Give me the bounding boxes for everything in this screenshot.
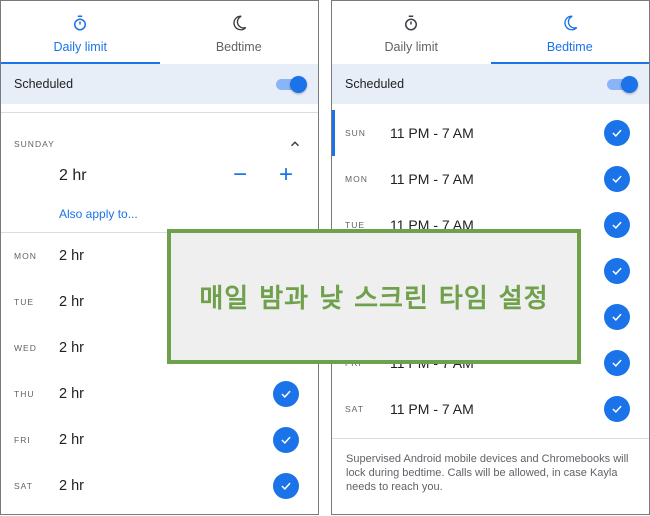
day-label: THU xyxy=(14,389,35,399)
tab-bedtime[interactable]: Bedtime xyxy=(490,1,650,64)
day-value: 2 hr xyxy=(59,340,84,356)
timer-icon xyxy=(74,15,87,31)
day-value: 11 PM - 7 AM xyxy=(390,125,474,141)
scheduled-row: Scheduled xyxy=(332,64,649,104)
check-icon[interactable] xyxy=(273,473,299,499)
check-icon[interactable] xyxy=(604,120,630,146)
day-row[interactable]: MON 11 PM - 7 AM xyxy=(332,156,649,202)
check-icon[interactable] xyxy=(273,381,299,407)
scheduled-row: Scheduled xyxy=(1,64,318,104)
chevron-up-icon[interactable] xyxy=(288,137,302,151)
day-label: FRI xyxy=(14,435,31,445)
day-value: 2 hr xyxy=(59,248,84,264)
check-icon[interactable] xyxy=(604,166,630,192)
day-row[interactable]: SAT 2 hr xyxy=(1,463,318,509)
increase-button[interactable]: + xyxy=(276,163,296,187)
check-icon[interactable] xyxy=(604,258,630,284)
day-label: SAT xyxy=(345,404,364,414)
day-value: 2 hr xyxy=(59,294,84,310)
tab-daily-limit[interactable]: Daily limit xyxy=(332,1,491,64)
decrease-button[interactable]: − xyxy=(230,163,250,187)
day-label: SUNDAY xyxy=(14,139,55,149)
tab-label: Daily limit xyxy=(384,40,438,54)
tab-label: Daily limit xyxy=(53,40,107,54)
scheduled-toggle[interactable] xyxy=(276,76,307,93)
day-row[interactable]: SUN 11 PM - 7 AM xyxy=(332,110,649,156)
day-label: SUN xyxy=(345,128,366,138)
limit-stepper: − + xyxy=(230,163,296,187)
caption-overlay: 매일 밤과 낮 스크린 타임 설정 xyxy=(167,229,581,364)
sunday-limit: 2 hr − + xyxy=(1,157,318,195)
day-value: 2 hr xyxy=(59,432,84,448)
bedtime-note: Supervised Android mobile devices and Ch… xyxy=(346,453,629,493)
moon-icon xyxy=(564,15,578,31)
sunday-header[interactable]: SUNDAY xyxy=(1,113,318,157)
scheduled-label: Scheduled xyxy=(345,77,405,91)
day-value: 11 PM - 7 AM xyxy=(390,401,474,417)
tab-daily-limit[interactable]: Daily limit xyxy=(1,1,160,64)
tab-bedtime[interactable]: Bedtime xyxy=(160,1,319,64)
day-row[interactable]: THU 2 hr xyxy=(1,371,318,417)
scheduled-toggle[interactable] xyxy=(607,76,638,93)
day-label: SAT xyxy=(14,481,33,491)
check-icon[interactable] xyxy=(604,304,630,330)
timer-icon xyxy=(405,15,418,31)
moon-icon xyxy=(233,15,247,31)
also-apply-link[interactable]: Also apply to... xyxy=(1,195,318,232)
day-row[interactable]: FRI 2 hr xyxy=(1,417,318,463)
day-label: WED xyxy=(14,343,37,353)
day-value: 2 hr xyxy=(59,386,84,402)
caption-text: 매일 밤과 낮 스크린 타임 설정 xyxy=(199,284,549,314)
check-icon[interactable] xyxy=(604,396,630,422)
day-row[interactable]: SAT 11 PM - 7 AM xyxy=(332,386,649,432)
limit-value: 2 hr xyxy=(59,167,87,184)
day-value: 2 hr xyxy=(59,478,84,494)
day-label: TUE xyxy=(14,297,34,307)
day-label: MON xyxy=(14,251,37,261)
check-icon[interactable] xyxy=(273,427,299,453)
scheduled-label: Scheduled xyxy=(14,77,74,91)
day-value: 11 PM - 7 AM xyxy=(390,171,474,187)
tab-label: Bedtime xyxy=(546,40,593,54)
check-icon[interactable] xyxy=(604,350,630,376)
tab-bar: Daily limit Bedtime xyxy=(332,1,649,64)
check-icon[interactable] xyxy=(604,212,630,238)
tab-label: Bedtime xyxy=(215,40,262,54)
day-label: MON xyxy=(345,174,368,184)
tab-bar: Daily limit Bedtime xyxy=(1,1,318,64)
